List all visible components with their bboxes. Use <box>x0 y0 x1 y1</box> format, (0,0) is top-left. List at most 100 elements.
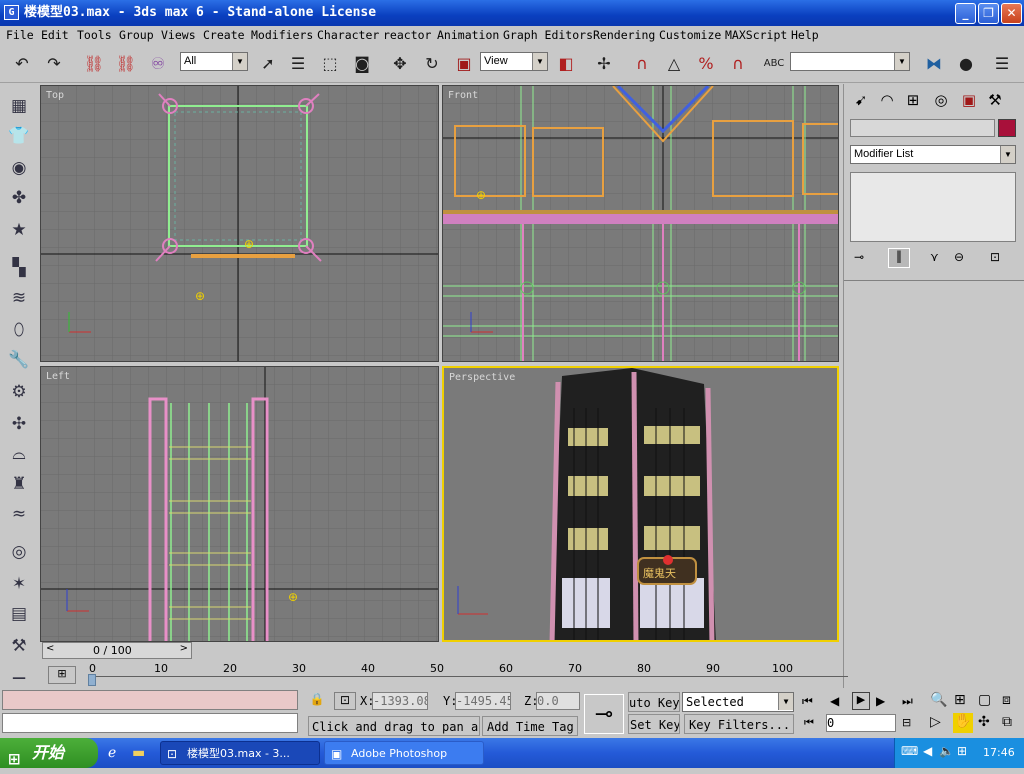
modify-tab-icon[interactable]: ◠ <box>876 89 898 111</box>
volume-icon[interactable]: 🔈 <box>939 744 954 758</box>
sphere-icon[interactable]: ◉ <box>7 156 31 180</box>
undo-icon[interactable]: ↶ <box>10 52 34 76</box>
key-mode-dropdown[interactable]: Selected ▼ <box>682 692 794 712</box>
selection-filter-dropdown[interactable]: All ▼ <box>180 52 248 71</box>
menu-modifiers[interactable]: Modifiers <box>251 26 313 45</box>
snap-icon[interactable]: ∩ <box>630 52 654 76</box>
checker-icon[interactable]: ▚ <box>7 256 31 280</box>
menu-file[interactable]: File <box>6 26 34 45</box>
viewport-front[interactable]: ⊕ Front <box>442 85 839 362</box>
boxes-icon[interactable]: ▦ <box>7 94 31 118</box>
rotate-icon[interactable]: ↻ <box>420 52 444 76</box>
scale-icon[interactable]: ▣ <box>452 52 476 76</box>
pan-hand-icon[interactable]: ✋ <box>953 713 973 733</box>
track-bar[interactable]: ⊞ 0 10 20 30 40 50 60 70 80 90 100 <box>40 662 848 688</box>
zoom-extents-icon[interactable]: ▢ <box>978 692 991 708</box>
viewport-top[interactable]: ⊕ ⊕ Top <box>40 85 439 362</box>
edit-named-sel-icon[interactable]: ABC <box>762 52 786 76</box>
angle-snap-icon[interactable]: △ <box>662 52 686 76</box>
key-icon[interactable]: ⊸ <box>584 694 624 734</box>
spinner-snap-icon[interactable]: ∩ <box>726 52 750 76</box>
show-end-result-icon[interactable]: ‖ <box>888 248 910 268</box>
wrench-icon[interactable]: 🔧 <box>7 348 31 372</box>
create-tab-icon[interactable]: ➹ <box>850 89 872 111</box>
maximize-button[interactable]: ❐ <box>978 3 999 24</box>
keyboard-icon[interactable]: ⌨ <box>901 744 918 758</box>
field-of-view-icon[interactable]: ▷ <box>930 714 941 730</box>
maxscript-listener-pink[interactable] <box>2 690 298 710</box>
network-icon[interactable]: ⊞ <box>957 744 967 758</box>
stack-icon[interactable]: ≋ <box>7 286 31 310</box>
figure-icon[interactable]: ♜ <box>7 472 31 496</box>
previous-frame-icon[interactable]: ◀ <box>830 694 839 708</box>
time-slider-left-arrow[interactable]: < <box>46 643 54 654</box>
viewport-perspective[interactable]: 魔鬼天 Perspective <box>442 366 839 642</box>
select-by-name-icon[interactable]: ☰ <box>286 52 310 76</box>
window-crossing-icon[interactable]: ◙ <box>350 52 374 76</box>
move-icon[interactable]: ✥ <box>388 52 412 76</box>
menu-group[interactable]: Group <box>119 26 154 45</box>
redo-icon[interactable]: ↷ <box>42 52 66 76</box>
panel-icon[interactable]: ▤ <box>7 602 31 626</box>
next-frame-icon[interactable]: ▶ <box>876 694 885 708</box>
menu-animation[interactable]: Animation <box>437 26 499 45</box>
star-icon[interactable]: ★ <box>7 218 31 242</box>
mirror-icon[interactable]: ⧓ <box>922 52 946 76</box>
start-button[interactable]: ⊞ 开始 <box>0 738 98 768</box>
cylinder-icon[interactable]: ⬯ <box>7 318 31 342</box>
time-config-icon[interactable]: ⊟ <box>902 716 911 729</box>
curve-editor-icon[interactable]: ⊞ <box>48 666 76 684</box>
select-link-icon[interactable]: ⛓ <box>82 52 106 76</box>
pin-stack-icon[interactable]: ⊸ <box>854 250 874 266</box>
maxscript-listener-white[interactable] <box>2 713 298 733</box>
menu-tools[interactable]: Tools <box>77 26 112 45</box>
time-marker[interactable] <box>88 674 96 686</box>
omni-light-icon[interactable]: ✤ <box>7 186 31 210</box>
time-slider-right-arrow[interactable]: > <box>180 643 188 654</box>
layers-icon[interactable]: ☰ <box>990 52 1014 76</box>
menu-help[interactable]: Help <box>791 26 819 45</box>
biped-icon[interactable]: ✶ <box>7 572 31 596</box>
go-to-start-icon[interactable]: ⏮ <box>802 694 813 709</box>
play-icon[interactable]: ▶ <box>852 692 870 710</box>
lock-icon[interactable]: 🔒 <box>306 692 328 710</box>
zoom-extents-all-icon[interactable]: ⧈ <box>1002 692 1011 708</box>
percent-snap-icon[interactable]: % <box>694 52 718 76</box>
set-key-button[interactable]: Set Key <box>628 714 680 734</box>
menu-reactor[interactable]: reactor <box>383 26 431 45</box>
zoom-all-icon[interactable]: ⊞ <box>954 692 966 708</box>
motion-tab-icon[interactable]: ◎ <box>930 89 952 111</box>
close-button[interactable]: ✕ <box>1001 3 1022 24</box>
ref-coord-dropdown[interactable]: View ▼ <box>480 52 548 71</box>
z-coord-field[interactable] <box>536 692 580 710</box>
tray-arrow-icon[interactable]: ◀ <box>923 744 932 758</box>
key-filters-button[interactable]: Key Filters... <box>684 714 794 734</box>
hammer-icon[interactable]: ⚒ <box>7 634 31 658</box>
manipulate-icon[interactable]: ✢ <box>592 52 616 76</box>
time-slider[interactable]: < 0 / 100 > <box>42 642 192 659</box>
menu-create[interactable]: Create <box>203 26 245 45</box>
chair-icon[interactable]: ⚊ <box>7 662 31 686</box>
taskbar-item-photoshop[interactable]: ▣ Adobe Photoshop <box>324 741 484 765</box>
current-frame-field[interactable] <box>826 714 896 732</box>
bind-space-warp-icon[interactable]: ♾ <box>146 52 170 76</box>
modifier-list-dropdown[interactable]: Modifier List ▼ <box>850 145 1016 164</box>
x-coord-field[interactable] <box>372 692 428 710</box>
wave-icon[interactable]: ≈ <box>7 502 31 526</box>
rect-region-icon[interactable]: ⬚ <box>318 52 342 76</box>
arc-rotate-icon[interactable]: ✣ <box>978 714 990 730</box>
select-object-icon[interactable]: ➚ <box>256 52 280 76</box>
zoom-icon[interactable]: 🔍 <box>930 692 947 708</box>
auto-key-button[interactable]: uto Key <box>628 692 680 712</box>
menu-edit[interactable]: Edit <box>41 26 69 45</box>
gear-icon[interactable]: ⚙ <box>7 380 31 404</box>
go-to-end-icon[interactable]: ⏭ <box>902 694 913 709</box>
ie-icon[interactable]: ℯ <box>108 745 116 761</box>
unlink-icon[interactable]: ⛓ <box>114 52 138 76</box>
make-unique-icon[interactable]: ⋎ <box>930 250 939 264</box>
camera-icon[interactable]: ⌓ <box>7 442 31 466</box>
y-coord-field[interactable] <box>455 692 511 710</box>
align-icon[interactable]: ● <box>954 52 978 76</box>
shirt-icon[interactable]: 👕 <box>7 124 31 148</box>
absolute-mode-icon[interactable]: ⊡ <box>334 692 356 710</box>
